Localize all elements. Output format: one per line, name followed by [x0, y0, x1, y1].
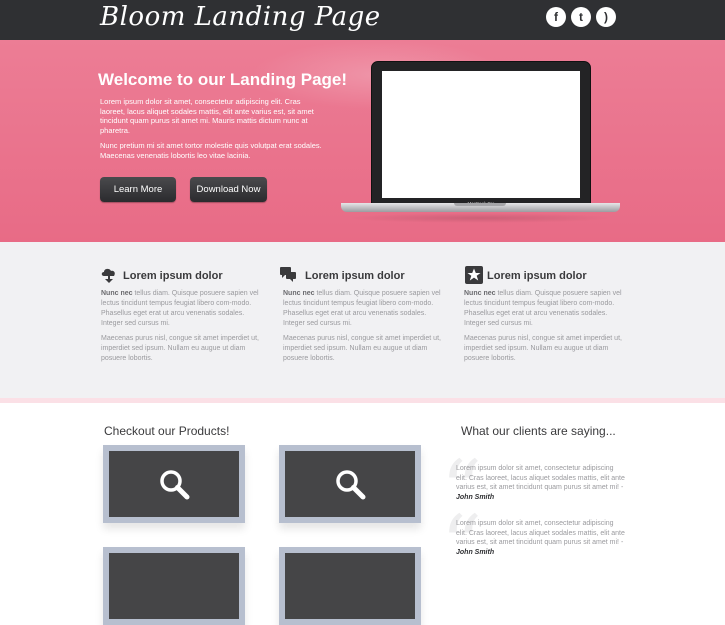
testimonials-title: What our clients are saying... [461, 424, 616, 438]
feature-body-2b: Maecenas purus nisl, congue sit amet imp… [283, 335, 441, 362]
magnifier-icon [160, 470, 190, 500]
product-thumbnail-4[interactable] [279, 547, 421, 625]
cloud-download-icon [101, 268, 115, 283]
feature-body-3: Nunc nec tellus diam. Quisque posuere sa… [464, 290, 622, 327]
star-icon [465, 266, 483, 284]
feature-title-3: Lorem ipsum dolor [487, 270, 587, 282]
twitter-icon[interactable]: t [571, 7, 591, 27]
laptop-screen [382, 71, 580, 198]
product-thumbnail-1[interactable] [103, 445, 245, 523]
magnifier-icon [336, 470, 366, 500]
hero-paragraph-2: Nunc pretium mi sit amet tortor molestie… [100, 141, 322, 160]
facebook-icon[interactable]: f [546, 7, 566, 27]
section-divider [0, 398, 725, 403]
hero-paragraph-1: Lorem ipsum dolor sit amet, consectetur … [100, 97, 314, 135]
features-section: Lorem ipsum dolor Nunc nec tellus diam. … [0, 242, 725, 398]
testimonial-author: John Smith [456, 493, 495, 501]
feature-title-1: Lorem ipsum dolor [123, 270, 223, 282]
download-now-button[interactable]: Download Now [190, 177, 267, 202]
feature-body-2: Nunc nec tellus diam. Quisque posuere sa… [283, 290, 441, 327]
learn-more-button[interactable]: Learn More [100, 177, 176, 202]
feature-body-3b: Maecenas purus nisl, congue sit amet imp… [464, 335, 622, 362]
products-title: Checkout our Products! [104, 424, 230, 438]
feature-title-2: Lorem ipsum dolor [305, 270, 405, 282]
product-thumbnail-2[interactable] [279, 445, 421, 523]
chat-bubbles-icon [280, 267, 296, 282]
site-logo[interactable]: Bloom Landing Page [100, 2, 381, 32]
hero-section: Welcome to our Landing Page! Lorem ipsum… [0, 40, 725, 242]
hero-title: Welcome to our Landing Page! [98, 70, 348, 89]
testimonial-2: Lorem ipsum dolor sit amet, consectetur … [456, 520, 625, 556]
testimonial-1: Lorem ipsum dolor sit amet, consectetur … [456, 465, 625, 501]
feature-body-1: Nunc nec tellus diam. Quisque posuere sa… [101, 290, 259, 327]
product-thumbnail-3[interactable] [103, 547, 245, 625]
testimonial-author: John Smith [456, 548, 495, 556]
top-bar: Bloom Landing Page f t ) [0, 0, 725, 40]
feature-body-1b: Maecenas purus nisl, congue sit amet imp… [101, 335, 259, 362]
laptop-image: MacBook Pro [371, 61, 591, 206]
rss-icon[interactable]: ) [596, 7, 616, 27]
